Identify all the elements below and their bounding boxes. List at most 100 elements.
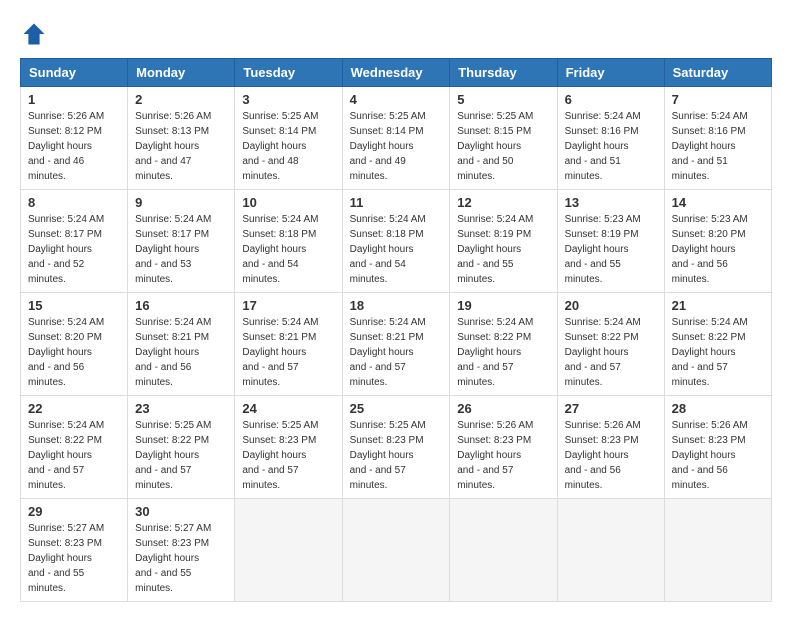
day-number: 23 xyxy=(135,401,227,416)
page-header xyxy=(20,20,772,48)
day-number: 5 xyxy=(457,92,549,107)
day-info: Sunrise: 5:24 AMSunset: 8:18 PMDaylight … xyxy=(242,212,334,287)
calendar-cell: 15 Sunrise: 5:24 AMSunset: 8:20 PMDayligh… xyxy=(21,293,128,396)
day-number: 7 xyxy=(672,92,764,107)
day-info: Sunrise: 5:24 AMSunset: 8:17 PMDaylight … xyxy=(28,212,120,287)
day-number: 4 xyxy=(350,92,443,107)
calendar-cell: 8 Sunrise: 5:24 AMSunset: 8:17 PMDaylight… xyxy=(21,190,128,293)
day-number: 11 xyxy=(350,195,443,210)
logo-icon xyxy=(20,20,48,48)
calendar-cell: 9 Sunrise: 5:24 AMSunset: 8:17 PMDaylight… xyxy=(128,190,235,293)
calendar-cell: 10Sunrise: 5:24 AMSunset: 8:18 PMDayligh… xyxy=(235,190,342,293)
calendar-cell: 23 Sunrise: 5:25 AMSunset: 8:22 PMDayligh… xyxy=(128,396,235,499)
day-number: 14 xyxy=(672,195,764,210)
weekday-header: Wednesday xyxy=(342,59,450,87)
calendar-row: 29 Sunrise: 5:27 AMSunset: 8:23 PMDayligh… xyxy=(21,499,772,602)
calendar-cell xyxy=(664,499,771,602)
day-number: 2 xyxy=(135,92,227,107)
calendar-row: 1 Sunrise: 5:26 AMSunset: 8:12 PMDaylight… xyxy=(21,87,772,190)
calendar-cell: 27Sunrise: 5:26 AMSunset: 8:23 PMDayligh… xyxy=(557,396,664,499)
day-info: Sunrise: 5:24 AMSunset: 8:21 PMDaylight … xyxy=(350,315,443,390)
day-number: 30 xyxy=(135,504,227,519)
day-info: Sunrise: 5:24 AMSunset: 8:19 PMDaylight … xyxy=(457,212,549,287)
day-info: Sunrise: 5:27 AMSunset: 8:23 PMDaylight … xyxy=(28,521,120,596)
day-info: Sunrise: 5:26 AMSunset: 8:13 PMDaylight … xyxy=(135,109,227,184)
weekday-header: Saturday xyxy=(664,59,771,87)
calendar-cell: 7 Sunrise: 5:24 AMSunset: 8:16 PMDaylight… xyxy=(664,87,771,190)
calendar-row: 22 Sunrise: 5:24 AMSunset: 8:22 PMDayligh… xyxy=(21,396,772,499)
day-info: Sunrise: 5:26 AMSunset: 8:23 PMDaylight … xyxy=(457,418,549,493)
day-number: 28 xyxy=(672,401,764,416)
day-info: Sunrise: 5:26 AMSunset: 8:23 PMDaylight … xyxy=(565,418,657,493)
day-info: Sunrise: 5:27 AMSunset: 8:23 PMDaylight … xyxy=(135,521,227,596)
day-info: Sunrise: 5:25 AMSunset: 8:23 PMDaylight … xyxy=(350,418,443,493)
day-number: 12 xyxy=(457,195,549,210)
day-info: Sunrise: 5:24 AMSunset: 8:16 PMDaylight … xyxy=(565,109,657,184)
day-number: 3 xyxy=(242,92,334,107)
day-number: 16 xyxy=(135,298,227,313)
day-info: Sunrise: 5:26 AMSunset: 8:23 PMDaylight … xyxy=(672,418,764,493)
logo xyxy=(20,20,52,48)
calendar-cell: 19 Sunrise: 5:24 AMSunset: 8:22 PMDayligh… xyxy=(450,293,557,396)
weekday-header: Thursday xyxy=(450,59,557,87)
calendar-table: SundayMondayTuesdayWednesdayThursdayFrid… xyxy=(20,58,772,602)
day-info: Sunrise: 5:24 AMSunset: 8:22 PMDaylight … xyxy=(565,315,657,390)
calendar-cell: 6 Sunrise: 5:24 AMSunset: 8:16 PMDaylight… xyxy=(557,87,664,190)
day-info: Sunrise: 5:25 AMSunset: 8:15 PMDaylight … xyxy=(457,109,549,184)
calendar-cell xyxy=(342,499,450,602)
calendar-cell: 28 Sunrise: 5:26 AMSunset: 8:23 PMDayligh… xyxy=(664,396,771,499)
calendar-cell: 12 Sunrise: 5:24 AMSunset: 8:19 PMDayligh… xyxy=(450,190,557,293)
calendar-cell: 13Sunrise: 5:23 AMSunset: 8:19 PMDayligh… xyxy=(557,190,664,293)
calendar-cell: 26Sunrise: 5:26 AMSunset: 8:23 PMDayligh… xyxy=(450,396,557,499)
calendar-cell: 29 Sunrise: 5:27 AMSunset: 8:23 PMDayligh… xyxy=(21,499,128,602)
calendar-cell: 21 Sunrise: 5:24 AMSunset: 8:22 PMDayligh… xyxy=(664,293,771,396)
calendar-cell: 30 Sunrise: 5:27 AMSunset: 8:23 PMDayligh… xyxy=(128,499,235,602)
day-number: 19 xyxy=(457,298,549,313)
day-info: Sunrise: 5:24 AMSunset: 8:21 PMDaylight … xyxy=(135,315,227,390)
calendar-cell: 3 Sunrise: 5:25 AMSunset: 8:14 PMDaylight… xyxy=(235,87,342,190)
day-info: Sunrise: 5:24 AMSunset: 8:22 PMDaylight … xyxy=(457,315,549,390)
calendar-cell xyxy=(450,499,557,602)
day-info: Sunrise: 5:23 AMSunset: 8:20 PMDaylight … xyxy=(672,212,764,287)
day-info: Sunrise: 5:25 AMSunset: 8:14 PMDaylight … xyxy=(350,109,443,184)
day-number: 24 xyxy=(242,401,334,416)
calendar-cell: 24 Sunrise: 5:25 AMSunset: 8:23 PMDayligh… xyxy=(235,396,342,499)
calendar-cell: 14 Sunrise: 5:23 AMSunset: 8:20 PMDayligh… xyxy=(664,190,771,293)
day-info: Sunrise: 5:25 AMSunset: 8:22 PMDaylight … xyxy=(135,418,227,493)
day-number: 20 xyxy=(565,298,657,313)
calendar-cell: 17Sunrise: 5:24 AMSunset: 8:21 PMDayligh… xyxy=(235,293,342,396)
day-info: Sunrise: 5:24 AMSunset: 8:22 PMDaylight … xyxy=(672,315,764,390)
day-number: 18 xyxy=(350,298,443,313)
day-number: 22 xyxy=(28,401,120,416)
calendar-cell xyxy=(235,499,342,602)
day-number: 29 xyxy=(28,504,120,519)
day-number: 21 xyxy=(672,298,764,313)
day-number: 9 xyxy=(135,195,227,210)
day-number: 6 xyxy=(565,92,657,107)
day-number: 25 xyxy=(350,401,443,416)
day-number: 8 xyxy=(28,195,120,210)
calendar-cell: 5 Sunrise: 5:25 AMSunset: 8:15 PMDaylight… xyxy=(450,87,557,190)
weekday-header: Monday xyxy=(128,59,235,87)
day-info: Sunrise: 5:24 AMSunset: 8:16 PMDaylight … xyxy=(672,109,764,184)
calendar-cell: 20 Sunrise: 5:24 AMSunset: 8:22 PMDayligh… xyxy=(557,293,664,396)
day-info: Sunrise: 5:25 AMSunset: 8:14 PMDaylight … xyxy=(242,109,334,184)
calendar-cell: 4 Sunrise: 5:25 AMSunset: 8:14 PMDaylight… xyxy=(342,87,450,190)
weekday-header: Tuesday xyxy=(235,59,342,87)
calendar-cell: 16 Sunrise: 5:24 AMSunset: 8:21 PMDayligh… xyxy=(128,293,235,396)
day-number: 17 xyxy=(242,298,334,313)
day-info: Sunrise: 5:24 AMSunset: 8:20 PMDaylight … xyxy=(28,315,120,390)
weekday-header: Sunday xyxy=(21,59,128,87)
day-info: Sunrise: 5:25 AMSunset: 8:23 PMDaylight … xyxy=(242,418,334,493)
day-number: 15 xyxy=(28,298,120,313)
calendar-cell: 2 Sunrise: 5:26 AMSunset: 8:13 PMDaylight… xyxy=(128,87,235,190)
day-number: 1 xyxy=(28,92,120,107)
day-info: Sunrise: 5:26 AMSunset: 8:12 PMDaylight … xyxy=(28,109,120,184)
calendar-cell xyxy=(557,499,664,602)
day-info: Sunrise: 5:24 AMSunset: 8:17 PMDaylight … xyxy=(135,212,227,287)
day-info: Sunrise: 5:24 AMSunset: 8:22 PMDaylight … xyxy=(28,418,120,493)
calendar-cell: 25 Sunrise: 5:25 AMSunset: 8:23 PMDayligh… xyxy=(342,396,450,499)
calendar-cell: 22 Sunrise: 5:24 AMSunset: 8:22 PMDayligh… xyxy=(21,396,128,499)
calendar-row: 15 Sunrise: 5:24 AMSunset: 8:20 PMDayligh… xyxy=(21,293,772,396)
day-info: Sunrise: 5:24 AMSunset: 8:18 PMDaylight … xyxy=(350,212,443,287)
